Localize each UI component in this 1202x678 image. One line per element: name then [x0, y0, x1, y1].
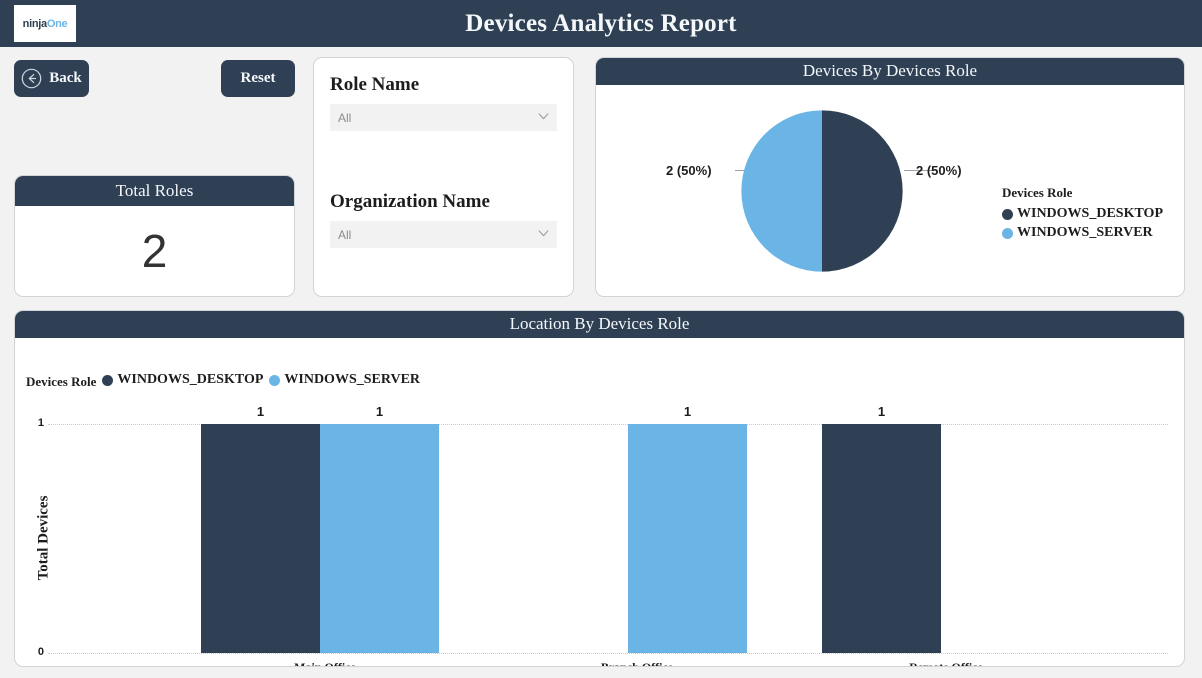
filter-panel: Role Name All Organization Name All — [313, 57, 574, 297]
bar-chart-body: Devices Role WINDOWS_DESKTOP WINDOWS_SER… — [15, 338, 1184, 666]
logo-accent-text: One — [46, 17, 68, 30]
bar-value-label: 1 — [683, 404, 692, 419]
app-header: ninja One Devices Analytics Report — [0, 0, 1202, 47]
x-axis-tick-branch-office: Branch Office — [600, 660, 674, 667]
pie-slice-windows-server — [741, 110, 822, 272]
bar-main-office-desktop[interactable] — [201, 424, 320, 653]
bar-main-office-server[interactable] — [320, 424, 439, 653]
filter-spacer — [330, 131, 557, 191]
reset-button[interactable]: Reset — [221, 60, 295, 97]
bar-chart-title: Location By Devices Role — [15, 311, 1184, 338]
bar-legend-item-windows-desktop[interactable]: WINDOWS_DESKTOP — [102, 372, 263, 388]
pie-data-label-server: 2 (50%) — [666, 163, 712, 178]
organization-name-value: All — [338, 227, 352, 242]
bar-chart-panel: Location By Devices Role Devices Role WI… — [14, 310, 1185, 667]
x-axis-tick-remote-office: Remote Office — [909, 660, 983, 667]
page-title: Devices Analytics Report — [465, 9, 737, 37]
bar-legend-item-windows-server[interactable]: WINDOWS_SERVER — [269, 372, 420, 388]
pie-chart-title: Devices By Devices Role — [596, 58, 1184, 85]
bar-remote-office-desktop[interactable] — [822, 424, 941, 653]
pie-legend-title: Devices Role — [1002, 185, 1073, 200]
role-name-value: All — [338, 110, 352, 125]
gridline-0 — [48, 653, 1168, 654]
pie-data-label-desktop: 2 (50%) — [916, 163, 962, 178]
pie-chart-body: 2 (50%) 2 (50%) Devices Role WINDOWS_DES… — [596, 85, 1184, 296]
legend-dot-icon — [1002, 208, 1013, 220]
pie-legend: Devices Role WINDOWS_DESKTOP WINDOWS_SER… — [1002, 185, 1163, 244]
kpi-value: 2 — [141, 225, 168, 277]
chevron-down-icon — [538, 230, 549, 237]
back-button-label: Back — [49, 70, 82, 86]
y-axis-tick-1: 1 — [37, 417, 44, 429]
x-axis-tick-main-office: Main Office — [294, 660, 356, 667]
kpi-card-total-roles: Total Roles 2 — [14, 175, 295, 297]
reset-button-label: Reset — [240, 70, 276, 86]
chevron-down-icon — [538, 113, 549, 120]
pie-chart-svg — [741, 110, 903, 272]
y-axis-tick-0: 0 — [37, 646, 44, 658]
bar-chart-plot-area: 1 0 Total Devices 1 1 1 1 Main Office Br… — [36, 404, 1168, 666]
organization-name-label: Organization Name — [330, 191, 490, 212]
bar-legend: Devices Role WINDOWS_DESKTOP WINDOWS_SER… — [26, 372, 420, 391]
legend-dot-icon — [1002, 227, 1013, 239]
y-axis-title: Total Devices — [35, 495, 52, 581]
pie-legend-label-2: WINDOWS_SERVER — [1017, 225, 1153, 240]
pie-legend-item-windows-desktop[interactable]: WINDOWS_DESKTOP — [1002, 206, 1163, 222]
back-button[interactable]: Back — [14, 60, 89, 97]
bar-value-label: 1 — [877, 404, 886, 419]
bar-legend-label-1: WINDOWS_DESKTOP — [117, 372, 264, 387]
pie-chart-panel: Devices By Devices Role 2 (50%) 2 (50%) … — [595, 57, 1185, 297]
pie-chart[interactable] — [738, 107, 906, 275]
logo-primary-text: ninja — [22, 17, 47, 30]
pie-slice-windows-desktop — [822, 110, 903, 272]
ninjaone-logo: ninja One — [14, 5, 76, 42]
bar-value-label: 1 — [375, 404, 384, 419]
organization-name-select[interactable]: All — [330, 221, 557, 248]
pie-legend-item-windows-server[interactable]: WINDOWS_SERVER — [1002, 225, 1163, 241]
back-arrow-icon — [21, 68, 42, 89]
legend-dot-icon — [269, 374, 281, 386]
bar-branch-office-server[interactable] — [628, 424, 747, 653]
bar-legend-label-2: WINDOWS_SERVER — [284, 372, 421, 387]
pie-legend-label-1: WINDOWS_DESKTOP — [1017, 206, 1163, 221]
kpi-title: Total Roles — [15, 176, 294, 206]
legend-dot-icon — [102, 374, 114, 386]
bar-legend-title: Devices Role — [26, 373, 97, 389]
role-name-label: Role Name — [330, 74, 420, 95]
role-name-select[interactable]: All — [330, 104, 557, 131]
bar-value-label: 1 — [256, 404, 265, 419]
